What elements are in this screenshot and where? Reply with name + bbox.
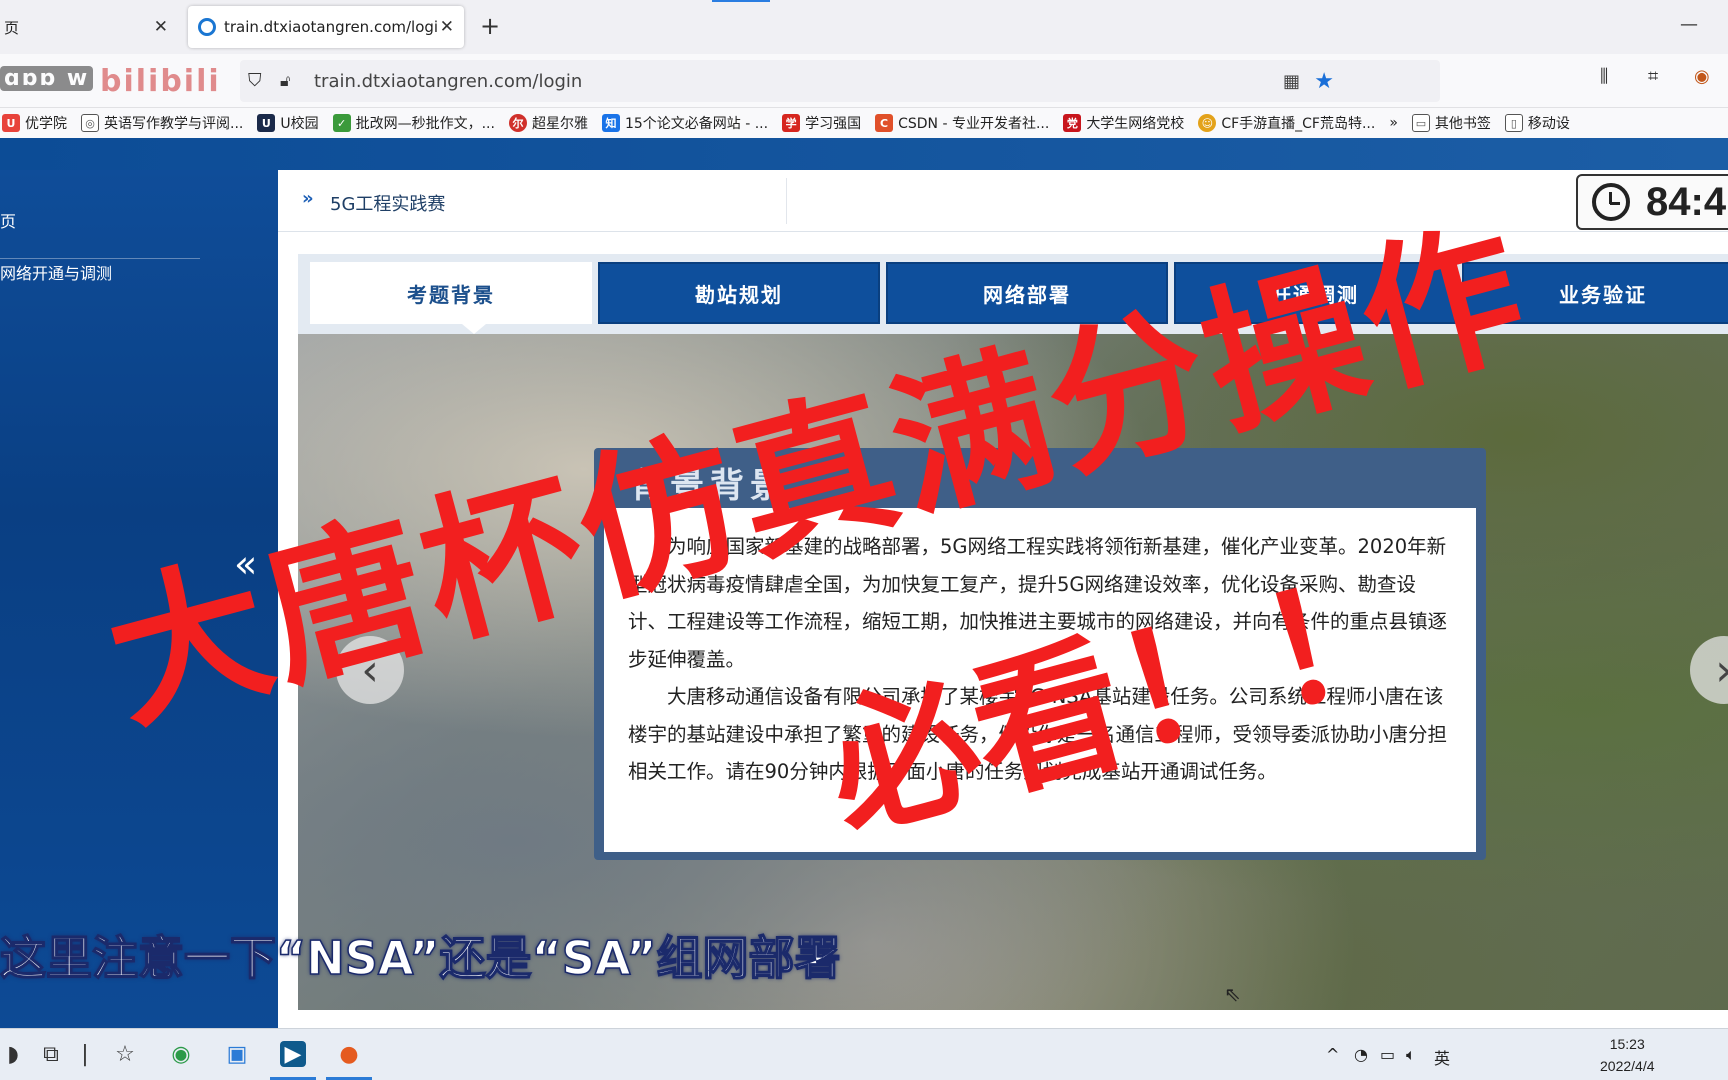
video-caption: 这里注意一下“NSA”还是“SA”组网部署	[0, 930, 841, 986]
bookmark-favicon-icon: U	[2, 114, 20, 132]
bookmark-item[interactable]: ☺ CF手游直播_CF荒岛特...	[1198, 113, 1375, 133]
new-tab-icon[interactable]: +	[480, 12, 500, 40]
ime-indicator[interactable]: 英	[1434, 1045, 1450, 1069]
bilibili-icon[interactable]: ▣	[224, 1041, 250, 1067]
clock-time: 15:23	[1609, 1036, 1645, 1052]
bookmark-item[interactable]: 尔超星尔雅	[508, 113, 588, 133]
tab-site-planning[interactable]: 勘站规划	[598, 262, 880, 324]
volume-icon[interactable]: 🔈︎	[1406, 1045, 1416, 1065]
tray-expand-icon[interactable]: ^	[1326, 1045, 1339, 1064]
bookmark-favicon-icon: U	[257, 114, 276, 132]
start-icon[interactable]: ◗	[0, 1041, 26, 1067]
other-bookmarks-folder[interactable]: ▭ 其他书签	[1411, 113, 1491, 133]
bookmark-star-icon[interactable]: ★	[1314, 69, 1334, 94]
close-icon[interactable]: ✕	[154, 17, 168, 37]
sidebar-item-home[interactable]: 页	[0, 208, 16, 232]
active-tab-caret	[462, 324, 486, 334]
bookmark-item[interactable]: U U校园	[257, 113, 319, 133]
bookmark-favicon-icon: ✓	[332, 114, 351, 132]
library-icon[interactable]: ⫼	[1600, 66, 1608, 87]
bookmark-item[interactable]: ◎ 英语写作教学与评阅...	[81, 113, 243, 133]
bookmarks-bar: U 优学院 ◎ 英语写作教学与评阅... U U校园 ✓ 批改网—秒批作文，... 尔超…	[0, 108, 1728, 138]
bookmark-item[interactable]: 知 15个论文必备网站 - ...	[601, 113, 768, 133]
folder-icon: ▭	[1411, 114, 1430, 132]
sidebar-item-network-test[interactable]: 网络开通与调测	[0, 260, 112, 284]
clock-date: 2022/4/4	[1600, 1058, 1655, 1074]
bookmark-item[interactable]: C CSDN - 专业开发者社...	[875, 113, 1049, 133]
mouse-cursor-icon: ⇖	[1224, 982, 1241, 1006]
tab-title: train.dtxiaotangren.com/logi	[224, 18, 439, 36]
battery-icon[interactable]: ▭	[1380, 1045, 1395, 1064]
address-bar[interactable]: ⛉ 🔓︎ train.dtxiaotangren.com/login ▦ ★	[240, 60, 1440, 102]
url-text[interactable]: train.dtxiaotangren.com/login	[314, 71, 582, 92]
globe-icon: ◎	[81, 114, 99, 132]
browser-tab-strip: 页 ✕ train.dtxiaotangren.com/logi ✕ + —	[0, 0, 1728, 54]
next-arrow-icon[interactable]: ›	[1690, 636, 1728, 704]
bookmark-favicon-icon: 党	[1063, 114, 1082, 132]
breadcrumb: 5G工程实践赛	[330, 194, 446, 215]
bookmark-favicon-icon: C	[875, 114, 894, 132]
watermark-logo: ɑɒɒ w bilibili	[0, 58, 240, 104]
firefox-icon[interactable]: ●	[336, 1041, 362, 1067]
task-view-icon[interactable]: ⧉	[38, 1041, 64, 1067]
site-favicon-icon	[198, 18, 216, 36]
bookmark-item[interactable]: 党大学生网络党校	[1063, 113, 1184, 133]
browser-tab-inactive[interactable]: 页 ✕	[0, 6, 178, 48]
bookmarks-overflow-button[interactable]: »	[1389, 115, 1398, 131]
network-icon[interactable]: ◔	[1354, 1045, 1368, 1064]
mobile-bookmarks-folder[interactable]: ▯ 移动设	[1504, 113, 1570, 133]
bookmark-item[interactable]: ✓ 批改网—秒批作文，...	[332, 113, 495, 133]
close-icon[interactable]: ✕	[440, 17, 454, 37]
bookmark-favicon-icon: 尔	[508, 114, 527, 132]
taskbar-divider-icon: |	[81, 1041, 89, 1067]
minimize-icon[interactable]: —	[1680, 14, 1698, 35]
tab-indicator	[712, 0, 770, 2]
lock-icon[interactable]: 🔓︎	[280, 71, 300, 91]
browser-tab-active[interactable]: train.dtxiaotangren.com/logi ✕	[188, 6, 464, 48]
extension-icon[interactable]: ◉	[1694, 66, 1710, 87]
sidebar-divider	[0, 258, 200, 259]
bookmark-favicon-icon: 知	[601, 114, 620, 132]
crop-icon[interactable]: ⌗	[1648, 66, 1658, 87]
video-app-icon[interactable]: ▶	[280, 1041, 306, 1067]
taskbar: ◗ ⧉ | ☆ ◉ ▣ ▶ ● ^ ◔ ▭ 🔈︎ 英 15:23 2022/4/…	[0, 1028, 1728, 1080]
qr-code-icon[interactable]: ▦	[1283, 71, 1300, 92]
tab-title: 页	[4, 18, 20, 37]
page-header-strip	[0, 138, 1728, 170]
bookmark-item[interactable]: 学学习强国	[782, 113, 861, 133]
tab-background[interactable]: 考题背景	[310, 262, 592, 324]
bookmark-favicon-icon: ☺	[1198, 114, 1217, 132]
chrome-icon[interactable]: ◉	[168, 1041, 194, 1067]
shield-icon[interactable]: ⛉	[248, 70, 268, 92]
system-clock[interactable]: 15:23 2022/4/4	[1600, 1033, 1655, 1077]
divider	[786, 178, 787, 224]
bookmark-item[interactable]: U 优学院	[2, 113, 67, 133]
favorites-icon[interactable]: ☆	[112, 1041, 138, 1067]
bookmark-favicon-icon: 学	[782, 114, 801, 132]
mobile-icon: ▯	[1504, 114, 1523, 132]
browser-navbar: ɑɒɒ w bilibili ⛉ 🔓︎ train.dtxiaotangren.c…	[0, 54, 1728, 108]
double-chevron-icon: »	[302, 188, 314, 209]
